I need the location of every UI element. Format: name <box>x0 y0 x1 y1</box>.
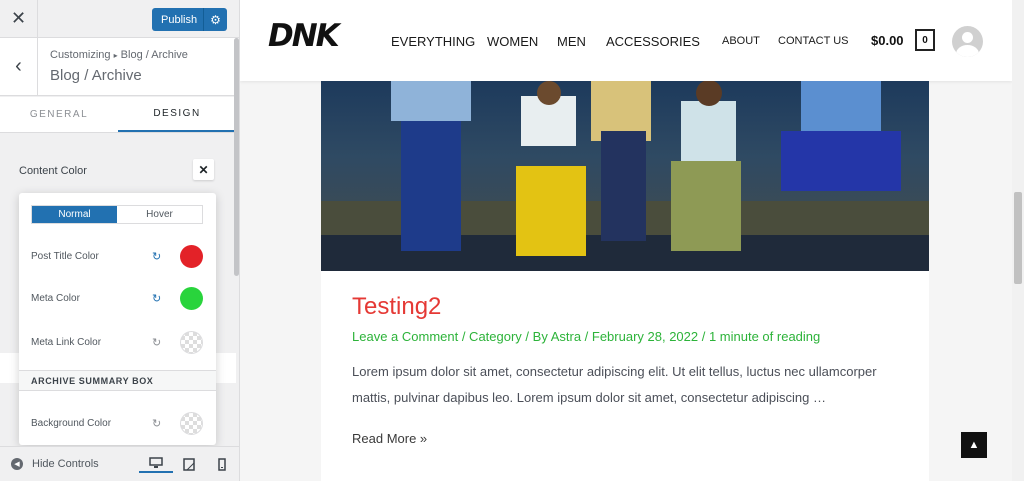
reset-icon[interactable]: ↻ <box>152 250 170 263</box>
tablet-icon <box>183 457 195 471</box>
site-preview: DNK EVERYTHING WOMEN MEN ACCESSORIES ABO… <box>240 0 1024 481</box>
avatar-body-shape <box>956 45 979 57</box>
tab-bar: GENERAL DESIGN <box>0 97 236 133</box>
reset-icon[interactable]: ↻ <box>152 292 170 305</box>
desktop-icon <box>149 457 163 468</box>
collapse-icon: ◀ <box>11 458 23 470</box>
background-color-label: Background Color <box>31 417 112 429</box>
preview-scrollbar-thumb[interactable] <box>1014 192 1022 284</box>
tablet-preview-button[interactable] <box>179 455 199 473</box>
cart-icon[interactable]: 0 <box>915 29 935 51</box>
tab-design[interactable]: DESIGN <box>118 97 236 132</box>
customizer-header: ✕ Publish ⚙ <box>0 0 239 38</box>
breadcrumb-path: Blog / Archive <box>120 49 188 61</box>
breadcrumb: Customizing ▸ Blog / Archive <box>50 49 188 61</box>
featured-image[interactable] <box>321 81 929 271</box>
nav-contact-us[interactable]: CONTACT US <box>778 35 849 47</box>
desktop-preview-button[interactable] <box>139 455 173 473</box>
hide-controls-label: Hide Controls <box>32 458 99 470</box>
avatar[interactable] <box>952 26 983 57</box>
close-icon: ✕ <box>198 162 209 177</box>
post-card: Testing2 Leave a Comment / Category / By… <box>321 271 929 481</box>
post-title-color-row: Post Title Color ↻ <box>31 243 203 269</box>
back-button[interactable]: ‹ <box>0 38 38 95</box>
close-icon: ✕ <box>10 8 27 28</box>
post-excerpt: Lorem ipsum dolor sit amet, consectetur … <box>352 364 877 405</box>
close-customizer-button[interactable]: ✕ <box>0 0 38 37</box>
breadcrumb-separator-icon: ▸ <box>113 51 118 60</box>
chevron-up-icon: ▲ <box>968 439 980 451</box>
customizer-footer: ◀ Hide Controls <box>0 446 239 481</box>
publish-button[interactable]: Publish ⚙ <box>152 8 227 31</box>
archive-summary-box-heading: ARCHIVE SUMMARY BOX <box>19 370 216 391</box>
meta-link-color-swatch[interactable] <box>180 330 203 354</box>
read-more-link[interactable]: Read More » <box>352 431 427 446</box>
breadcrumb-prefix: Customizing <box>50 49 111 61</box>
background-color-swatch[interactable] <box>180 411 203 435</box>
hide-controls-button[interactable]: ◀ Hide Controls <box>11 458 99 470</box>
background-color-row: Background Color ↻ <box>31 410 203 436</box>
post-title-color-label: Post Title Color <box>31 250 99 262</box>
nav-accessories[interactable]: ACCESSORIES <box>606 34 700 49</box>
mobile-preview-button[interactable] <box>212 455 232 473</box>
section-header: ‹ Customizing ▸ Blog / Archive Blog / Ar… <box>0 38 236 96</box>
hover-tab[interactable]: Hover <box>117 206 202 223</box>
post-title-color-swatch[interactable] <box>180 244 203 268</box>
section-title: Blog / Archive <box>50 67 142 84</box>
meta-color-swatch[interactable] <box>180 286 203 310</box>
meta-color-row: Meta Color ↻ <box>31 285 203 311</box>
meta-link-color-row: Meta Link Color ↻ <box>31 329 203 355</box>
publish-label: Publish <box>161 13 198 26</box>
normal-tab[interactable]: Normal <box>32 206 117 223</box>
meta-color-label: Meta Color <box>31 292 80 304</box>
meta-link-color-label: Meta Link Color <box>31 336 102 348</box>
avatar-head-shape <box>962 32 973 43</box>
nav-men[interactable]: MEN <box>557 34 586 49</box>
reset-icon[interactable]: ↻ <box>152 417 170 430</box>
mobile-icon <box>218 457 226 471</box>
cart-total[interactable]: $0.00 <box>871 33 904 48</box>
color-popup: Normal Hover Post Title Color ↻ Meta Col… <box>19 193 216 445</box>
customizer-panel: ✕ Publish ⚙ ‹ Customizing ▸ Blog / Archi… <box>0 0 240 481</box>
post-meta[interactable]: Leave a Comment / Category / By Astra / … <box>352 329 820 344</box>
close-popup-button[interactable]: ✕ <box>193 159 214 180</box>
tab-general[interactable]: GENERAL <box>0 97 118 132</box>
chevron-left-icon: ‹ <box>15 55 22 77</box>
nav-about[interactable]: ABOUT <box>722 35 760 47</box>
site-logo[interactable]: DNK <box>268 18 340 54</box>
featured-image-illustration <box>321 81 929 271</box>
gear-icon[interactable]: ⚙ <box>203 8 227 31</box>
state-toggle: Normal Hover <box>31 205 203 224</box>
post-title-link[interactable]: Testing2 <box>352 293 441 321</box>
panel-scrollbar[interactable] <box>234 38 239 276</box>
preview-scrollbar[interactable] <box>1012 0 1024 481</box>
nav-women[interactable]: WOMEN <box>487 34 538 49</box>
nav-everything[interactable]: EVERYTHING <box>391 34 475 49</box>
scroll-to-top-button[interactable]: ▲ <box>961 432 987 458</box>
site-header: DNK EVERYTHING WOMEN MEN ACCESSORIES ABO… <box>240 0 1012 81</box>
reset-icon[interactable]: ↻ <box>152 336 170 349</box>
content-color-label: Content Color <box>19 165 87 177</box>
